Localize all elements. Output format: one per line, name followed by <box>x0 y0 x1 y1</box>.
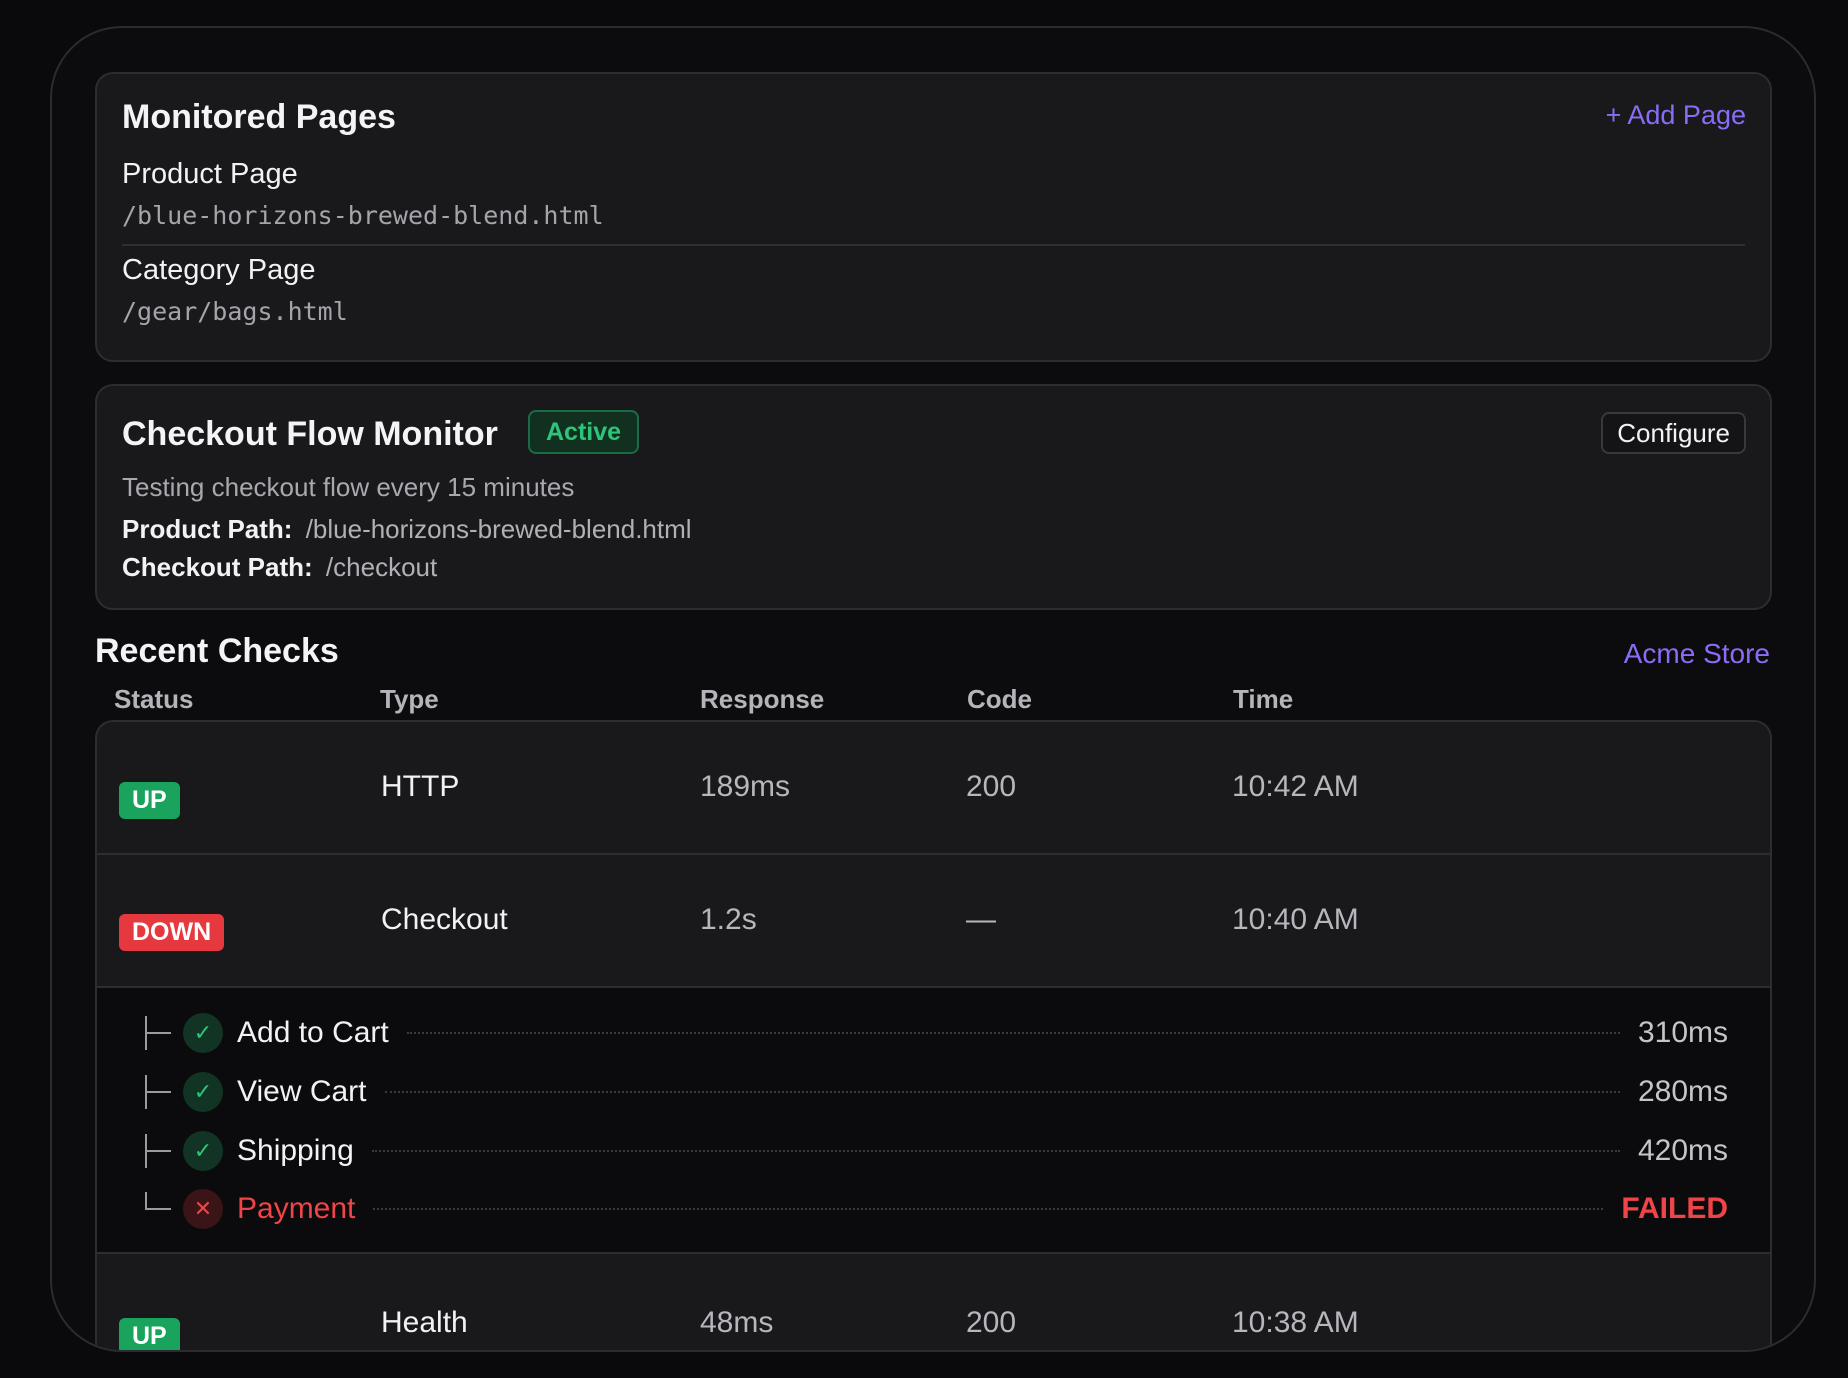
store-link[interactable]: Acme Store <box>1624 638 1770 670</box>
step-add-to-cart: ✓ Add to Cart 310ms <box>139 1012 1728 1054</box>
status-badge: UP <box>119 782 180 819</box>
checkout-path-row: Checkout Path: /checkout <box>122 552 437 583</box>
column-header-status: Status <box>114 684 194 714</box>
step-payment: ✕ Payment FAILED <box>139 1188 1728 1230</box>
product-path-label: Product Path: <box>122 514 293 544</box>
step-duration: 420ms <box>1637 1134 1728 1167</box>
status-badge: DOWN <box>119 914 225 951</box>
step-duration: FAILED <box>1621 1192 1728 1225</box>
check-code: 200 <box>966 770 1017 803</box>
step-duration: 310ms <box>1637 1016 1728 1049</box>
column-header-response: Response <box>700 684 825 714</box>
device-frame: Monitored Pages + Add Page Product Page … <box>50 26 1816 1352</box>
checkout-path-label: Checkout Path: <box>122 552 313 582</box>
page-path: /blue-horizons-brewed-blend.html <box>122 201 604 230</box>
tree-branch-last <box>139 1188 173 1230</box>
page-item[interactable]: Product Page /blue-horizons-brewed-blend… <box>122 158 1745 246</box>
check-response: 1.2s <box>700 903 757 936</box>
check-time: 10:38 AM <box>1232 1306 1359 1339</box>
page-name: Product Page <box>122 158 298 190</box>
step-duration: 280ms <box>1637 1075 1728 1108</box>
page-name: Category Page <box>122 254 316 286</box>
checkout-path-value: /checkout <box>325 552 438 582</box>
monitor-description: Testing checkout flow every 15 minutes <box>122 472 575 502</box>
step-label: Add to Cart <box>237 1016 389 1049</box>
x-icon: ✕ <box>183 1189 223 1229</box>
add-page-link[interactable]: + Add Page <box>1606 100 1746 131</box>
table-row[interactable]: DOWN Checkout 1.2s — 10:40 AM <box>97 855 1770 988</box>
checkout-steps: ✓ Add to Cart 310ms ✓ View Cart 280ms ✓ … <box>97 988 1770 1254</box>
product-path-row: Product Path: /blue-horizons-brewed-blen… <box>122 514 692 545</box>
step-shipping: ✓ Shipping 420ms <box>139 1130 1728 1172</box>
monitored-pages-title: Monitored Pages <box>122 98 396 136</box>
check-code: — <box>966 903 996 936</box>
monitor-title: Checkout Flow Monitor <box>122 415 498 453</box>
step-label: Payment <box>237 1192 356 1225</box>
column-header-code: Code <box>967 684 1032 714</box>
check-icon: ✓ <box>183 1013 223 1053</box>
tree-branch <box>139 1071 173 1113</box>
leader-dots <box>373 1208 1604 1210</box>
check-response: 48ms <box>700 1306 774 1339</box>
recent-checks-title: Recent Checks <box>95 632 339 670</box>
check-icon: ✓ <box>183 1072 223 1112</box>
page-item[interactable]: Category Page /gear/bags.html <box>122 254 1745 326</box>
leader-dots <box>371 1150 1620 1152</box>
step-label: Shipping <box>237 1134 354 1167</box>
leader-dots <box>406 1032 1620 1034</box>
checkout-monitor-card: Checkout Flow Monitor Active Configure T… <box>95 384 1772 610</box>
tree-branch <box>139 1130 173 1172</box>
column-header-time: Time <box>1233 684 1294 714</box>
check-time: 10:40 AM <box>1232 903 1359 936</box>
check-icon: ✓ <box>183 1131 223 1171</box>
check-code: 200 <box>966 1306 1017 1339</box>
check-time: 10:42 AM <box>1232 770 1359 803</box>
active-status-badge: Active <box>528 410 640 454</box>
recent-checks-table: UP HTTP 189ms 200 10:42 AM DOWN Checkout… <box>95 720 1772 1350</box>
configure-button[interactable]: Configure <box>1601 412 1746 454</box>
step-label: View Cart <box>237 1075 367 1108</box>
table-row[interactable]: UP HTTP 189ms 200 10:42 AM <box>97 722 1770 855</box>
check-response: 189ms <box>700 770 791 803</box>
table-row[interactable]: UP Health 48ms 200 10:38 AM <box>97 1254 1770 1350</box>
check-type: Checkout <box>381 903 508 936</box>
product-path-value: /blue-horizons-brewed-blend.html <box>305 514 692 544</box>
tree-branch <box>139 1012 173 1054</box>
leader-dots <box>384 1091 1620 1093</box>
page-path: /gear/bags.html <box>122 297 348 326</box>
status-badge: UP <box>119 1318 180 1350</box>
column-header-type: Type <box>380 684 439 714</box>
check-type: HTTP <box>381 770 460 803</box>
monitored-pages-card: Monitored Pages + Add Page Product Page … <box>95 72 1772 362</box>
step-view-cart: ✓ View Cart 280ms <box>139 1071 1728 1113</box>
check-type: Health <box>381 1306 468 1339</box>
